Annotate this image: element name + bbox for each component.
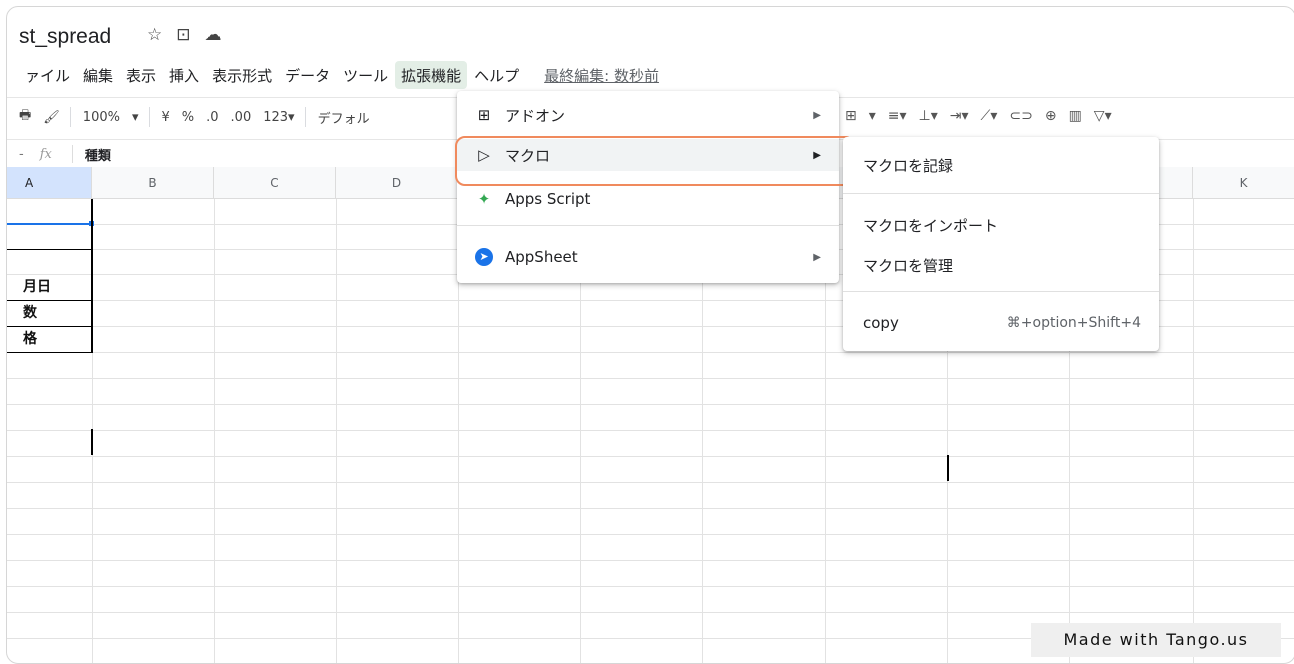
cell-a-price[interactable]: 格 [7,327,92,353]
spreadsheet-window: st_spread ☆ ⊡ ☁ ァイル 編集 表示 挿入 表示形式 データ ツー… [6,6,1294,664]
chevron-down-icon[interactable]: ▾ [869,108,876,124]
appsheet-icon: ➤ [475,248,493,266]
column-header-b[interactable]: B [92,167,214,199]
toolbar-right-icons: ⊞ ▾ ≡▾ ⊥▾ ⇥▾ ⟋▾ ⊂⊃ ⊕ ▥ ▽▾ [845,108,1112,124]
menu-item-label: アドオン [505,106,566,125]
cell-a-month-day[interactable]: 月日 [7,275,92,301]
menu-item-import-macro[interactable]: マクロをインポート [843,209,1159,241]
menu-help[interactable]: ヘルプ [468,61,525,89]
table-row [7,405,1294,431]
link-icon[interactable]: ⊂⊃ [1009,108,1032,124]
table-row [7,457,1294,483]
chevron-right-icon: ▶ [813,109,821,121]
print-icon[interactable]: 🖶 [19,106,31,128]
table-row [7,483,1294,509]
column-header-c[interactable]: C [214,167,336,199]
toolbar-divider [304,107,306,127]
text-rotate-icon[interactable]: ⟋▾ [981,108,998,124]
menu-tools[interactable]: ツール [337,61,394,89]
doc-title[interactable]: st_spread [19,25,111,49]
table-row [7,353,1294,379]
cloud-icon[interactable]: ☁ [205,25,222,45]
column-header-d[interactable]: D [336,167,458,199]
macro-name: copy [863,314,899,332]
zoom-select[interactable]: 100% [83,110,120,125]
menu-item-record-macro[interactable]: マクロを記録 [843,149,1159,181]
percent-button[interactable]: % [182,110,194,125]
menu-insert[interactable]: 挿入 [163,61,205,89]
tango-watermark: Made with Tango.us [1031,623,1281,657]
menu-item-manage-macros[interactable]: マクロを管理 [843,249,1159,281]
table-row [7,561,1294,587]
vertical-align-icon[interactable]: ⊥▾ [919,108,938,124]
table-border [7,249,92,250]
toolbar-divider [148,107,150,127]
number-format-button[interactable]: 123▾ [263,110,294,125]
currency-button[interactable]: ¥ [162,110,170,125]
menu-item-macro-copy[interactable]: copy ⌘+option+Shift+4 [843,307,1159,339]
menu-item-apps-script[interactable]: ✦ Apps Script [457,183,839,215]
extensions-menu: ⊞ アドオン ▶ ▷ マクロ ▶ ✦ Apps Script ➤ AppShee… [457,91,839,283]
text-cursor [947,455,949,481]
paint-format-icon[interactable]: 🖌 [43,110,60,125]
menu-separator [843,193,1159,194]
menu-item-label: Apps Script [505,190,591,208]
menubar: ァイル 編集 表示 挿入 表示形式 データ ツール 拡張機能 ヘルプ 最終編集:… [19,61,666,89]
last-edit-link[interactable]: 最終編集: 数秒前 [538,61,665,89]
menu-file[interactable]: ァイル [19,61,76,89]
fx-icon: fx [39,146,52,162]
font-select[interactable]: デフォル [318,108,370,127]
table-row [7,509,1294,535]
menu-separator [457,225,839,226]
apps-script-icon: ✦ [477,190,491,208]
menu-item-label: AppSheet [505,248,578,266]
addon-icon: ⊞ [477,106,491,124]
increase-decimal-button[interactable]: .00 [231,110,252,125]
menu-extensions[interactable]: 拡張機能 [395,61,468,89]
title-icons: ☆ ⊡ ☁ [147,25,222,45]
star-icon[interactable]: ☆ [147,25,162,45]
menu-item-appsheet[interactable]: ➤ AppSheet ▶ [457,241,839,273]
menu-separator [843,291,1159,292]
chart-icon[interactable]: ▥ [1069,108,1082,124]
selected-cell-border [7,223,92,225]
text-wrap-icon[interactable]: ⇥▾ [950,108,969,124]
table-row [7,431,1294,457]
comment-icon[interactable]: ⊕ [1045,108,1057,124]
formula-input[interactable]: 種類 [85,145,111,164]
cell-a-count[interactable]: 数 [7,301,92,327]
column-header-a[interactable]: A [7,167,92,199]
merge-icon[interactable]: ⊞ [845,108,857,124]
move-folder-icon[interactable]: ⊡ [176,25,190,45]
table-row [7,587,1294,613]
table-row [7,379,1294,405]
chevron-right-icon: ▶ [813,251,821,263]
chevron-down-icon[interactable]: ▾ [132,110,139,125]
chevron-down-icon[interactable]: - [19,147,24,162]
menu-data[interactable]: データ [279,61,336,89]
column-header-k[interactable]: K [1193,167,1294,199]
menu-item-addons[interactable]: ⊞ アドオン ▶ [457,99,839,131]
filter-icon[interactable]: ▽▾ [1094,108,1112,124]
align-left-icon[interactable]: ≡▾ [888,108,907,124]
menu-edit[interactable]: 編集 [77,61,119,89]
text-cursor [91,429,93,455]
macros-submenu: マクロを記録 マクロをインポート マクロを管理 copy ⌘+option+Sh… [843,137,1159,351]
macro-shortcut: ⌘+option+Shift+4 [1006,315,1141,331]
toolbar-divider [69,107,71,127]
menu-format[interactable]: 表示形式 [206,61,278,89]
tango-highlight [455,136,855,186]
formula-divider [71,145,73,163]
decrease-decimal-button[interactable]: .0 [206,110,218,125]
table-row [7,535,1294,561]
menu-view[interactable]: 表示 [120,61,162,89]
